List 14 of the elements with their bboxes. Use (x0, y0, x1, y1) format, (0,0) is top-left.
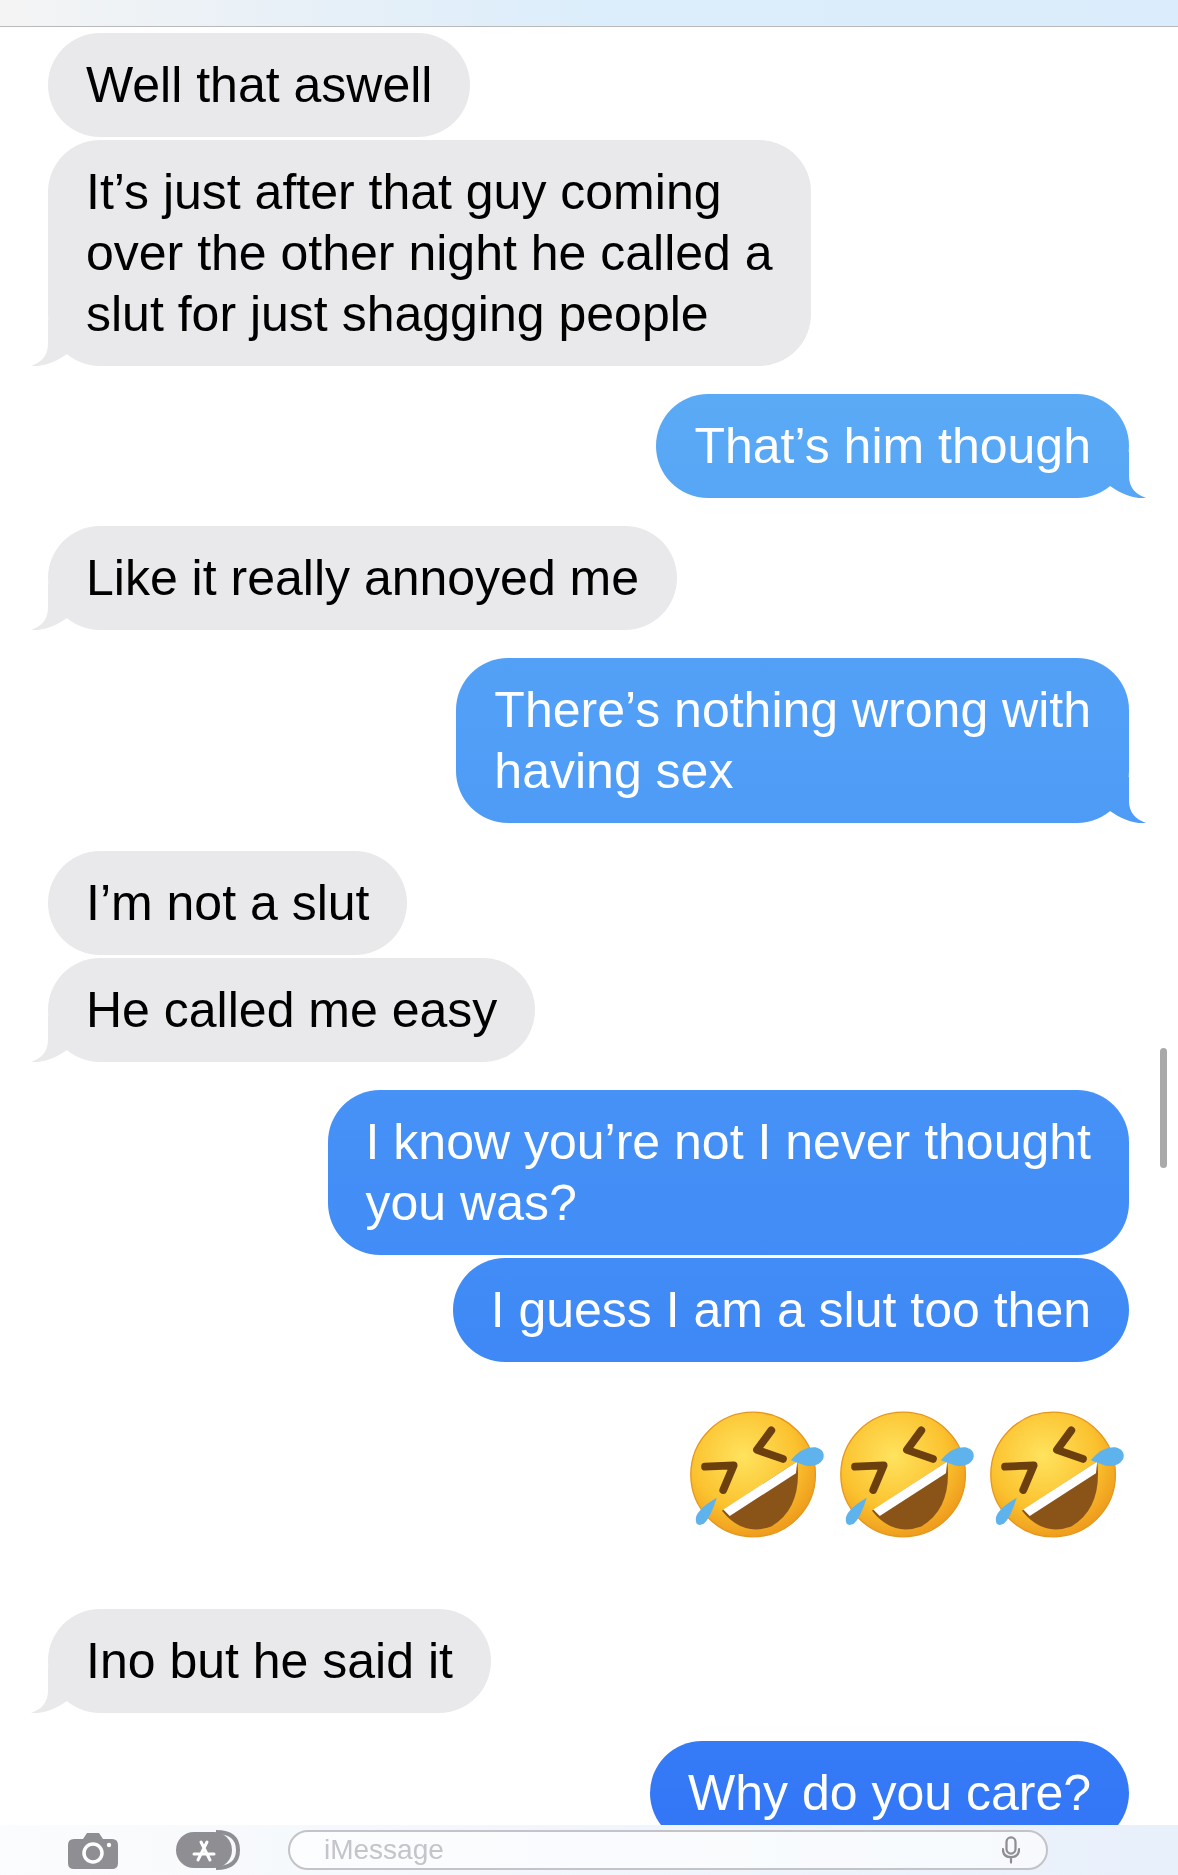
received-message: Well that aswell (48, 33, 471, 137)
received-message: I’m not a slut (48, 851, 408, 955)
received-message: Like it really annoyed me (31, 526, 678, 630)
sent-message: I know you’re not I never thought you was? (327, 1090, 1129, 1255)
received-message: It’s just after that guy coming over the other night he called a slut for just shagging people (31, 140, 811, 366)
microphone-icon[interactable] (1002, 1836, 1020, 1864)
received-message: Ino but he said it (31, 1609, 491, 1713)
sent-message: There’s nothing wrong with having sex (456, 658, 1146, 823)
sent-message: That’s him though (656, 394, 1146, 498)
apps-icon[interactable] (176, 1830, 242, 1870)
camera-icon[interactable] (68, 1831, 118, 1869)
sent-message: I guess I am a slut too then (452, 1258, 1129, 1362)
received-message: He called me easy (31, 958, 536, 1062)
message-input-field[interactable]: iMessage (288, 1830, 1048, 1870)
